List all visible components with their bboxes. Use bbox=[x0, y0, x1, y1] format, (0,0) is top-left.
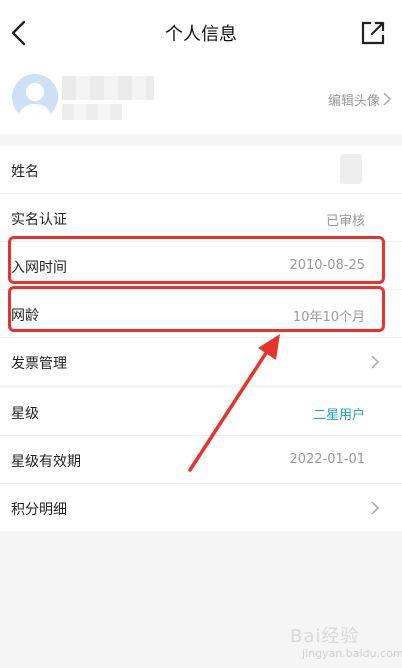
realname-auth-status: 已审核 bbox=[325, 214, 365, 229]
user-avatar-icon bbox=[19, 83, 51, 120]
realname-auth-label: 实名认证 bbox=[11, 212, 67, 228]
avatar[interactable] bbox=[12, 74, 58, 120]
watermark-logo: Bai经验 bbox=[290, 626, 360, 647]
invoice-management-row[interactable]: 发票管理 bbox=[0, 338, 402, 385]
blurred-phone-number bbox=[62, 104, 122, 120]
network-join-date-label: 入网时间 bbox=[11, 260, 67, 276]
name-row[interactable]: 姓名 bbox=[0, 146, 402, 194]
blurred-name-value bbox=[340, 154, 362, 184]
realname-auth-row[interactable]: 实名认证 已审核 bbox=[0, 194, 402, 242]
blurred-username bbox=[62, 76, 154, 100]
network-join-date-value: 2010-08-25 bbox=[289, 258, 365, 273]
star-level-value: 二星用户 bbox=[312, 408, 365, 423]
account-info-section: 姓名 实名认证 已审核 入网时间 2010-08-25 网龄 10年10个月 发… bbox=[0, 146, 402, 385]
edit-avatar-label[interactable]: 编辑头像 bbox=[328, 90, 380, 109]
watermark-url: jingyan.baidu.com bbox=[302, 647, 402, 660]
chevron-right-icon bbox=[371, 501, 380, 515]
points-detail-label: 积分明细 bbox=[11, 502, 67, 518]
star-level-label: 星级 bbox=[11, 406, 39, 422]
top-navigation-bar: 个人信息 bbox=[0, 0, 402, 66]
name-label: 姓名 bbox=[11, 164, 39, 180]
star-validity-value: 2022-01-01 bbox=[289, 452, 365, 467]
chevron-right-icon bbox=[371, 355, 380, 369]
network-age-value: 10年10个月 bbox=[292, 310, 365, 325]
star-validity-row[interactable]: 星级有效期 2022-01-01 bbox=[0, 436, 402, 484]
network-age-row[interactable]: 网龄 10年10个月 bbox=[0, 290, 402, 338]
network-age-label: 网龄 bbox=[11, 308, 39, 324]
chevron-right-icon bbox=[383, 92, 392, 106]
share-icon[interactable] bbox=[360, 20, 386, 46]
points-detail-row[interactable]: 积分明细 bbox=[0, 484, 402, 531]
network-join-date-row[interactable]: 入网时间 2010-08-25 bbox=[0, 242, 402, 290]
profile-row[interactable]: 编辑头像 bbox=[0, 66, 402, 134]
star-level-section: 星级 二星用户 星级有效期 2022-01-01 积分明细 bbox=[0, 388, 402, 531]
page-title: 个人信息 bbox=[165, 24, 237, 45]
star-level-row[interactable]: 星级 二星用户 bbox=[0, 388, 402, 436]
star-validity-label: 星级有效期 bbox=[11, 454, 81, 470]
invoice-management-label: 发票管理 bbox=[11, 356, 67, 372]
